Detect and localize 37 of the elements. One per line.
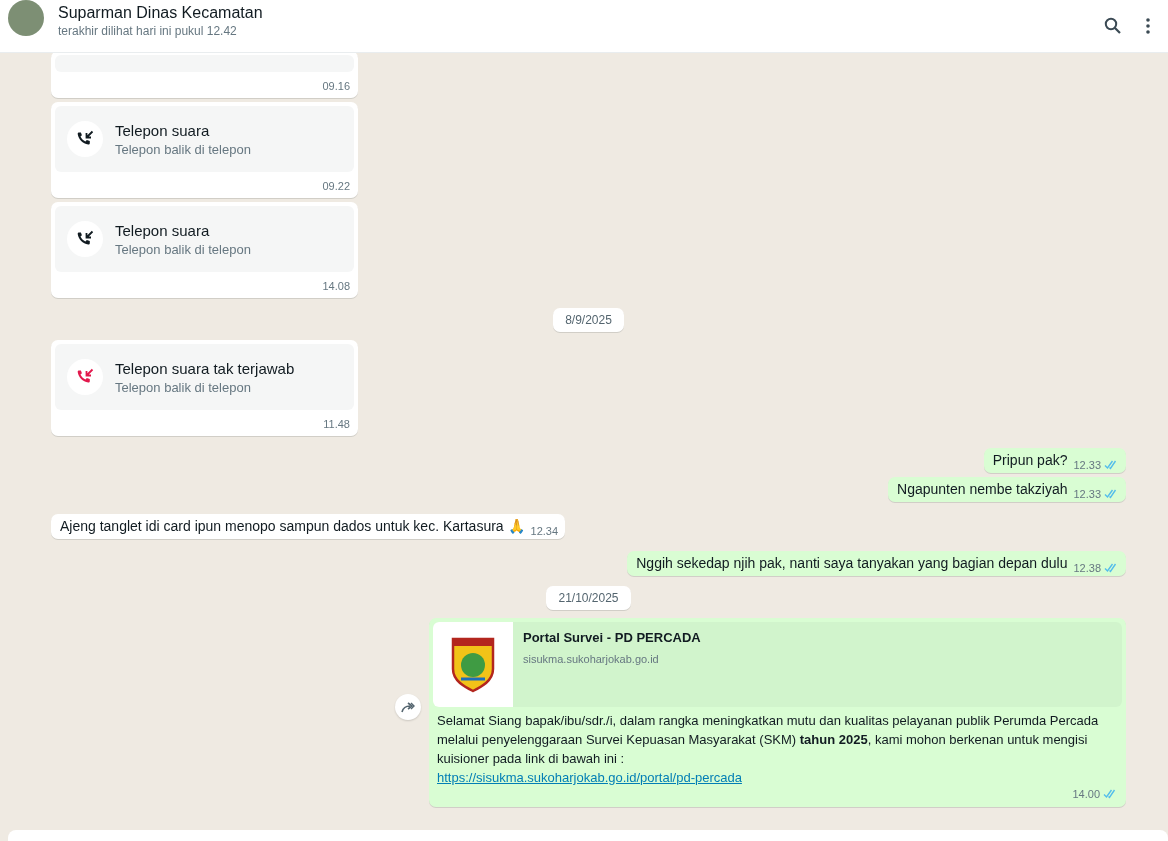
call-card[interactable]: Telepon suara Telepon balik di telepon — [55, 206, 354, 272]
call-title: Telepon suara — [115, 221, 211, 239]
date-separator: 21/10/2025 — [546, 586, 631, 610]
preview-domain: sisukma.sukoharjokab.go.id — [523, 653, 660, 665]
link-preview[interactable]: Portal Survei - PD PERCADA sisukma.sukoharjokab.go.id — [433, 622, 1122, 707]
contact-avatar[interactable] — [8, 0, 44, 36]
message-text: Ajeng tanglet idi card ipun menopo sampun dados untuk kec. Kartasura 🙏 — [60, 517, 525, 535]
last-seen-status: terakhir dilihat hari ini pukul 12.42 — [58, 23, 238, 38]
call-title: Telepon suara — [115, 121, 211, 139]
message-time: 12.33 — [1073, 488, 1101, 500]
date-separator: 8/9/2025 — [553, 308, 624, 332]
message-time: 09.22 — [321, 180, 350, 192]
message-time: 12.38 — [1073, 562, 1101, 574]
emblem-shield-drawing — [451, 636, 495, 693]
contact-name: Suparman Dinas Kecamatan — [58, 2, 264, 22]
message-time: 14.08 — [321, 280, 350, 292]
message-text: Ngapunten nembe takziyah — [897, 480, 1068, 498]
message-time: 14.00 — [1072, 787, 1100, 801]
message-time: 12.34 — [530, 525, 559, 537]
call-title: Telepon suara tak terjawab — [115, 359, 295, 377]
message-text: Nggih sekedap njih pak, nanti saya tanyakan yang bagian depan dulu — [636, 554, 1068, 572]
call-subtitle: Telepon balik di telepon — [115, 379, 252, 395]
forward-button[interactable] — [395, 694, 421, 720]
message-time: 11.48 — [322, 418, 350, 430]
search-icon — [1104, 17, 1122, 35]
message-text: Pripun pak? — [992, 451, 1068, 469]
call-card[interactable]: Telepon suara tak terjawab Telepon balik di telepon — [55, 344, 354, 410]
preview-title: Portal Survei - PD PERCADA — [523, 630, 701, 645]
message-time: 09.16 — [321, 80, 350, 92]
more-options-icon — [1146, 18, 1150, 34]
message-time: 12.33 — [1073, 459, 1101, 471]
call-subtitle: Telepon balik di telepon — [115, 241, 251, 257]
survey-link[interactable]: https://sisukma.sukoharjokab.go.id/portal/pd-percada — [437, 770, 742, 785]
call-subtitle: Telepon balik di telepon — [115, 141, 251, 157]
call-card[interactable]: Telepon suara Telepon balik di telepon — [55, 106, 354, 172]
message-text: Selamat Siang bapak/ibu/sdr./i, dalam rangka meningkatkan mutu dan kualitas pelayanan publik Perumda Percada melalui penyelenggaraan Survei Kepuasan Masyarakat (SKM) tahun 2025, kami mohon berkenan untuk mengisi kuisioner pada link di bawah ini : https://sisukma.sukoharjokab.go.id/portal/pd-percada — [436, 712, 1100, 787]
forward-icon — [401, 701, 415, 713]
